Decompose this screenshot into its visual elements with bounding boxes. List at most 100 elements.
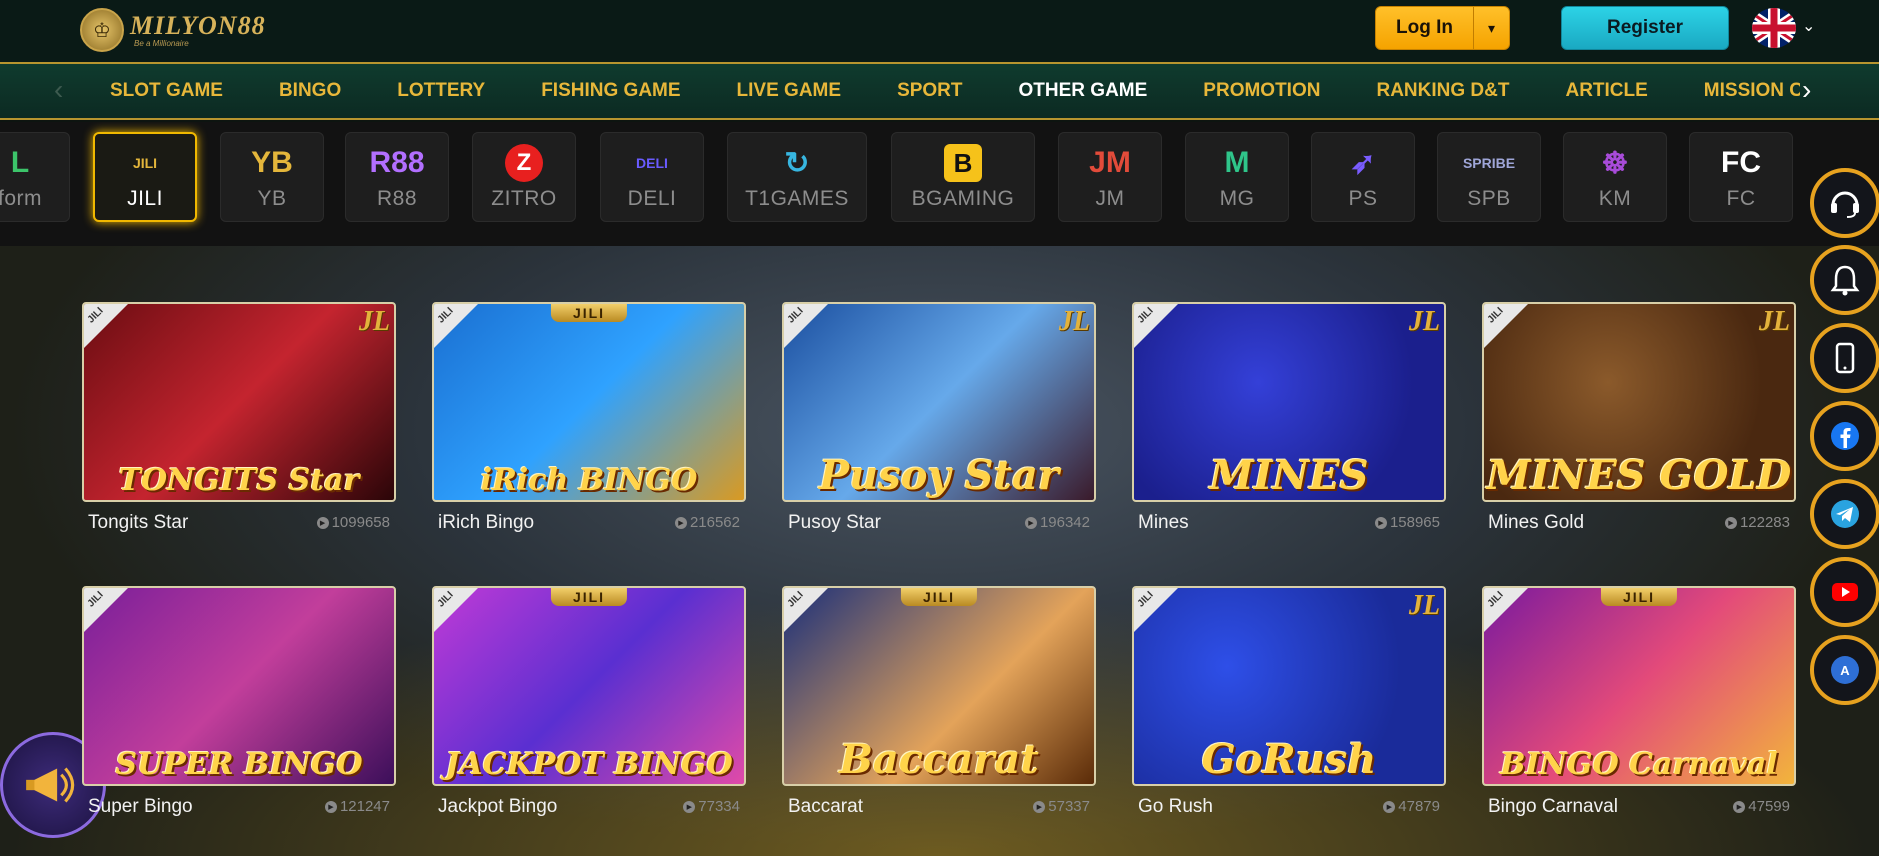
game-name[interactable]: Mines [1138, 512, 1189, 534]
game-thumbnail-title: JACKPOT BINGO [445, 747, 733, 782]
logo-tagline: Be a Millionaire [134, 38, 189, 48]
game-card-baccarat[interactable]: JILI JILI Baccarat Baccarat ▶ 57337 [782, 586, 1096, 817]
game-thumbnail[interactable]: JILI JILI iRich BINGO [432, 302, 746, 502]
facebook-button[interactable] [1810, 401, 1879, 471]
nav-item-article[interactable]: ARTICLE [1565, 80, 1647, 102]
game-name[interactable]: iRich Bingo [438, 512, 534, 534]
provider-t1games[interactable]: ↻ T1GAMES [727, 132, 867, 222]
provider-yb[interactable]: YB YB [220, 132, 324, 222]
logo-text: MILYON88 [130, 10, 266, 40]
provider-logo-icon: JM [1089, 146, 1131, 179]
provider-mg[interactable]: M MG [1185, 132, 1289, 222]
provider-logo-icon: ↻ [784, 146, 810, 180]
game-name[interactable]: Go Rush [1138, 796, 1213, 818]
game-name[interactable]: Baccarat [788, 796, 863, 818]
login-button[interactable]: Log In ▾ [1375, 6, 1510, 50]
app-icon: A [1831, 656, 1859, 684]
game-card-super-bingo[interactable]: JILI SUPER BINGO Super Bingo ▶ 121247 [82, 586, 396, 817]
provider-deli[interactable]: DELI DELI [600, 132, 704, 222]
game-card-mines-gold[interactable]: JILI JL MINES GOLD Mines Gold ▶ 122283 [1482, 302, 1796, 533]
provider-r88[interactable]: R88 R88 [345, 132, 449, 222]
game-thumbnail[interactable]: JILI JILI JACKPOT BINGO [432, 586, 746, 786]
game-name[interactable]: Jackpot Bingo [438, 796, 557, 818]
game-thumbnail[interactable]: JILI SUPER BINGO [82, 586, 396, 786]
provider-spb[interactable]: SPRIBE SPB [1437, 132, 1541, 222]
play-count-value: 77334 [698, 798, 740, 815]
provider-fc[interactable]: FC FC [1689, 132, 1793, 222]
provider-ps[interactable]: ➶ PS [1311, 132, 1415, 222]
nav-item-sport[interactable]: SPORT [897, 80, 962, 102]
nav-item-ranking-d-t[interactable]: RANKING D&T [1376, 80, 1509, 102]
play-count: ▶ 216562 [674, 514, 740, 531]
jili-top-badge: JILI [550, 304, 628, 322]
game-card-tongits-star[interactable]: JILI JL TONGITS Star Tongits Star ▶ 1099658 [82, 302, 396, 533]
register-button[interactable]: Register [1561, 6, 1729, 50]
top-header: ♔ MILYON88 Be a Millionaire Log In ▾ Reg… [0, 0, 1879, 62]
game-card-go-rush[interactable]: JILI JL GoRush Go Rush ▶ 47879 [1132, 586, 1446, 817]
bell-button[interactable] [1810, 245, 1879, 315]
megaphone-icon [26, 767, 75, 803]
headset-button[interactable] [1810, 168, 1879, 238]
language-chevron-down-icon[interactable]: ⌄ [1802, 16, 1815, 36]
game-thumbnail[interactable]: JILI JL Pusoy Star [782, 302, 1096, 502]
nav-next-chevron-icon[interactable]: › [1802, 74, 1811, 106]
game-name[interactable]: Mines Gold [1488, 512, 1584, 534]
provider-bgaming[interactable]: B BGAMING [891, 132, 1035, 222]
game-card-pusoy-star[interactable]: JILI JL Pusoy Star Pusoy Star ▶ 196342 [782, 302, 1096, 533]
game-card-mines[interactable]: JILI JL MINES Mines ▶ 158965 [1132, 302, 1446, 533]
game-thumbnail[interactable]: JILI JL GoRush [1132, 586, 1446, 786]
provider-logo-icon: Z [505, 143, 543, 183]
game-name[interactable]: Pusoy Star [788, 512, 881, 534]
nav-prev-chevron-icon[interactable]: ‹ [54, 74, 63, 106]
provider-label: T1GAMES [745, 187, 849, 210]
category-nav: SLOT GAME BINGO LOTTERY FISHING GAME LIVE GA… [0, 62, 1879, 120]
game-card-jackpot-bingo[interactable]: JILI JILI JACKPOT BINGO Jackpot Bingo ▶ 77334 [432, 586, 746, 817]
youtube-button[interactable] [1810, 557, 1879, 627]
play-count-value: 1099658 [331, 514, 390, 531]
nav-item-mission-cen[interactable]: MISSION CEN [1704, 80, 1800, 102]
nav-item-live-game[interactable]: LIVE GAME [737, 80, 842, 102]
login-dropdown-chevron-icon[interactable]: ▾ [1473, 7, 1509, 49]
provider-corner-tag [84, 588, 128, 632]
game-name[interactable]: Super Bingo [88, 796, 193, 818]
game-thumbnail[interactable]: JILI JILI Baccarat [782, 586, 1096, 786]
game-thumbnail[interactable]: JILI JL MINES GOLD [1482, 302, 1796, 502]
nav-item-fishing-game[interactable]: FISHING GAME [541, 80, 680, 102]
play-icon: ▶ [683, 800, 696, 813]
uk-flag-icon[interactable] [1752, 8, 1796, 48]
nav-item-slot-game[interactable]: SLOT GAME [110, 80, 223, 102]
bell-icon [1830, 265, 1860, 296]
game-thumbnail-title: MINES [1209, 452, 1369, 499]
game-thumbnail[interactable]: JILI JL TONGITS Star [82, 302, 396, 502]
provider-jili[interactable]: JILI JILI [93, 132, 197, 222]
provider-logo-icon: FC [1721, 146, 1761, 179]
game-name[interactable]: Bingo Carnaval [1488, 796, 1618, 818]
play-count: ▶ 196342 [1024, 514, 1090, 531]
telegram-button[interactable] [1810, 479, 1879, 549]
jl-badge: JL [1408, 306, 1440, 337]
game-name[interactable]: Tongits Star [88, 512, 188, 534]
game-thumbnail-title: TONGITS Star [118, 463, 360, 498]
provider-corner-tag [1484, 304, 1528, 348]
play-count-value: 121247 [339, 798, 390, 815]
jl-badge: JL [358, 306, 390, 337]
provider-form[interactable]: Lform [0, 132, 70, 222]
mobile-button[interactable] [1810, 323, 1879, 393]
game-card-irich-bingo[interactable]: JILI JILI iRich BINGO iRich Bingo ▶ 216562 [432, 302, 746, 533]
site-logo[interactable]: ♔ MILYON88 Be a Millionaire [80, 8, 266, 52]
app-button[interactable]: A [1810, 635, 1879, 705]
nav-item-bingo[interactable]: BINGO [279, 80, 341, 102]
provider-jm[interactable]: JM JM [1058, 132, 1162, 222]
game-thumbnail[interactable]: JILI JL MINES [1132, 302, 1446, 502]
nav-item-other-game[interactable]: OTHER GAME [1019, 80, 1148, 102]
game-thumbnail[interactable]: JILI JILI BINGO Carnaval [1482, 586, 1796, 786]
provider-label: SPB [1467, 187, 1511, 210]
provider-zitro[interactable]: Z ZITRO [472, 132, 576, 222]
provider-km[interactable]: ☸ KM [1563, 132, 1667, 222]
nav-item-lottery[interactable]: LOTTERY [397, 80, 485, 102]
nav-item-promotion[interactable]: PROMOTION [1203, 80, 1320, 102]
game-card-bingo-carnaval[interactable]: JILI JILI BINGO Carnaval Bingo Carnaval ▶ 475… [1482, 586, 1796, 817]
game-thumbnail-title: MINES GOLD [1486, 452, 1792, 499]
play-count-value: 196342 [1039, 514, 1090, 531]
provider-logo-icon: B [944, 143, 982, 183]
